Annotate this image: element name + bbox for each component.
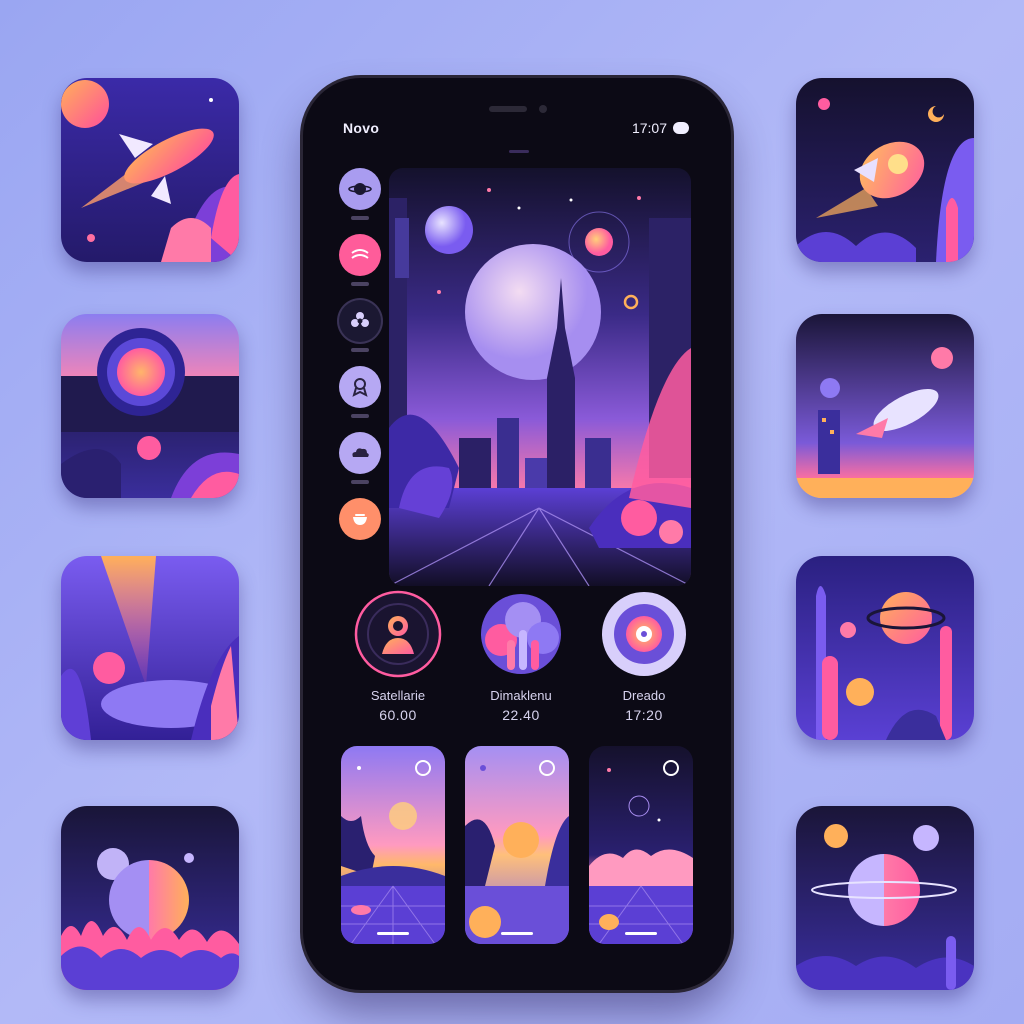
ribbon-icon — [352, 378, 368, 397]
bowl-icon — [353, 514, 367, 525]
rocket-icon — [61, 78, 239, 262]
battery-icon — [673, 122, 689, 134]
speaker-grille — [489, 106, 527, 112]
stat-card-1[interactable]: Satellarie 60.00 — [343, 590, 453, 723]
stat-name: Satellarie — [370, 688, 426, 703]
stat-name: Dreado — [622, 688, 666, 703]
sunset-lake-illustration — [341, 746, 445, 944]
flower-icon — [351, 312, 369, 327]
app-tile-rocket-right[interactable] — [796, 78, 974, 262]
palm-sunset-illustration — [465, 746, 569, 944]
planet-icon — [61, 806, 239, 990]
stat-card-3[interactable]: Dreado 17:20 — [589, 590, 699, 723]
stat-value: 17:20 — [625, 707, 663, 723]
status-right: 17:07 — [632, 120, 689, 136]
saturn-icon — [796, 556, 974, 740]
sidebar-item-bowl[interactable] — [339, 498, 381, 540]
sidebar-item-ribbon[interactable] — [339, 366, 381, 408]
jungle-icon — [61, 556, 239, 740]
sidebar-item-planet[interactable] — [339, 168, 381, 210]
sidebar-item-marker — [351, 414, 369, 418]
app-tile-saturn-right[interactable] — [796, 556, 974, 740]
night-clouds-illustration — [589, 746, 693, 944]
app-tile-camera-left[interactable] — [61, 314, 239, 498]
sidebar-item-marker — [351, 480, 369, 484]
hero-wallpaper[interactable] — [389, 168, 691, 586]
app-tile-globe-right[interactable] — [796, 806, 974, 990]
stat-value: 60.00 — [379, 707, 417, 723]
stat-name: Dimaklenu — [490, 688, 552, 703]
stat-card-2[interactable]: Dimaklenu 22.40 — [466, 590, 576, 723]
sidebar-item-music[interactable] — [339, 234, 381, 276]
stat-value: 22.40 — [502, 707, 540, 723]
app-tile-planet-left[interactable] — [61, 806, 239, 990]
wallpaper-thumb-3[interactable] — [589, 746, 693, 944]
city-skyline-illustration — [389, 168, 691, 586]
sidebar-item-marker — [351, 282, 369, 286]
stats-row: Satellarie 60.00 Dimaklenu 22.40 Dreado … — [343, 590, 699, 723]
phone-frame: Novo 17:07 Satellarie 60.00 Dimaklenu 22… — [303, 78, 731, 990]
carrier-label: Novo — [343, 120, 380, 136]
sidebar-item-marker — [351, 348, 369, 352]
wallpaper-thumb-1[interactable] — [341, 746, 445, 944]
camera-icon — [61, 314, 239, 498]
planet-icon — [348, 183, 372, 195]
app-tile-spaceship-right[interactable] — [796, 314, 974, 498]
sidebar-item-flower[interactable] — [339, 300, 381, 342]
sidebar-item-marker — [351, 216, 369, 220]
status-indicator — [509, 150, 529, 153]
avatar-icon — [354, 590, 442, 678]
music-icon — [351, 249, 369, 259]
mushroom-icon — [481, 594, 561, 674]
vinyl-icon — [602, 592, 686, 676]
spaceship-icon — [796, 314, 974, 498]
wallpaper-thumb-2[interactable] — [465, 746, 569, 944]
rocket-icon — [796, 78, 974, 262]
clock: 17:07 — [631, 120, 667, 136]
app-tile-rocket-left[interactable] — [61, 78, 239, 262]
front-camera — [539, 105, 547, 113]
globe-icon — [796, 806, 974, 990]
sidebar-item-cloud[interactable] — [339, 432, 381, 474]
app-tile-jungle-left[interactable] — [61, 556, 239, 740]
cloud-icon — [352, 448, 369, 457]
